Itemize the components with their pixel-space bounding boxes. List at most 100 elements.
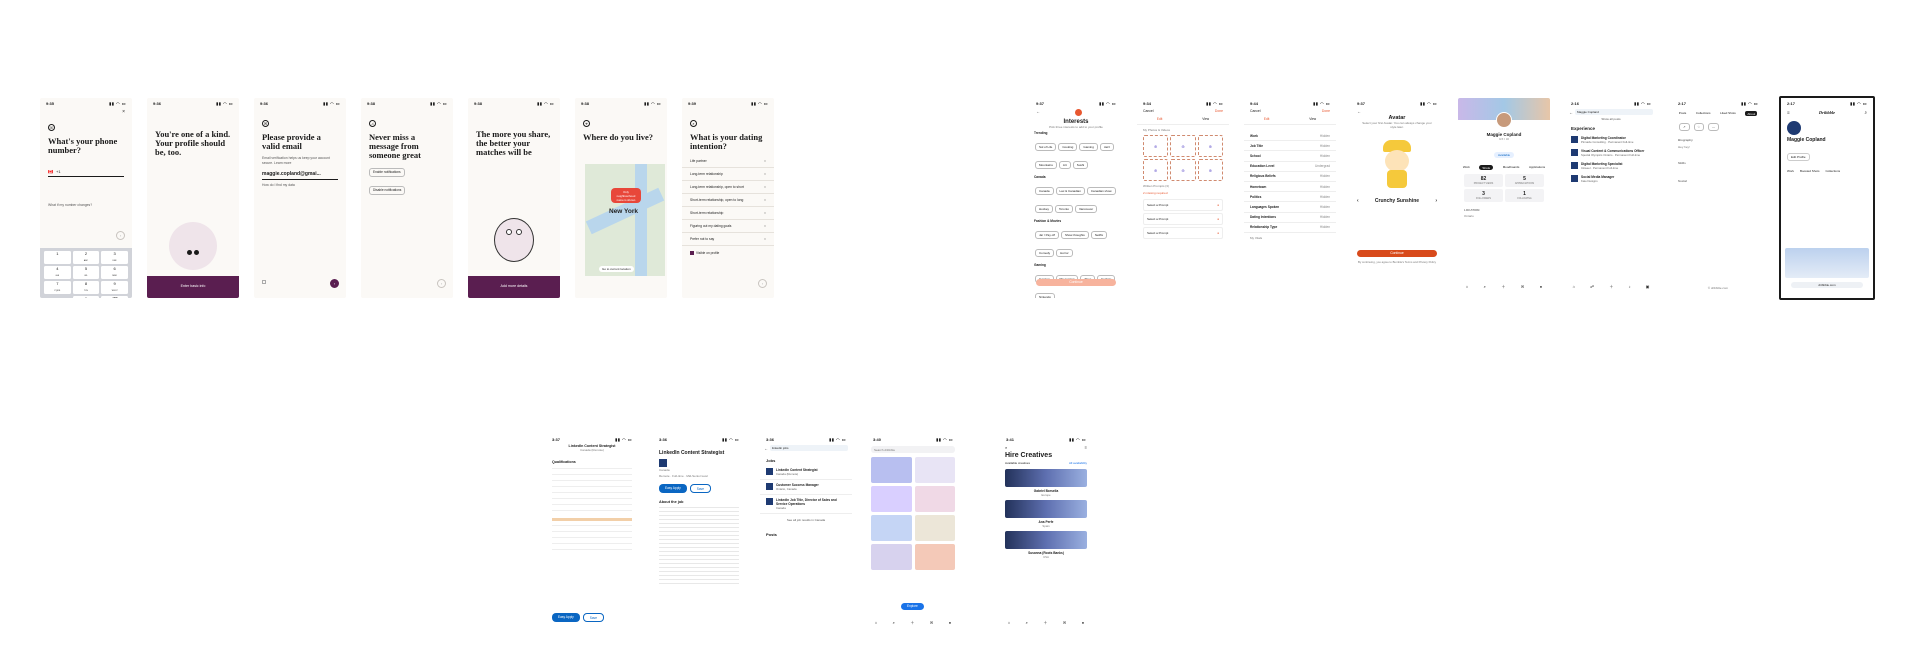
keypad-key[interactable]: 7 PQRS: [44, 281, 71, 294]
about-tab[interactable]: Posts: [1679, 111, 1687, 116]
intention-option[interactable]: Figuring out my dating goals ○: [682, 220, 774, 233]
next-button[interactable]: ›: [330, 279, 339, 288]
search-input[interactable]: Maggie Copland: [1575, 109, 1653, 115]
experience-item[interactable]: Social Media Manager Kate Designs: [1565, 172, 1657, 185]
back-icon[interactable]: ←: [764, 446, 768, 451]
shot-thumbnail[interactable]: [871, 486, 912, 512]
shot-thumbnail[interactable]: [871, 515, 912, 541]
chat-icon[interactable]: ✉: [1063, 620, 1066, 628]
interest-chip[interactable]: Sol of Life: [1035, 142, 1057, 152]
creative-card[interactable]: Gabriel Borsella Europe: [1005, 469, 1087, 497]
profile-icon[interactable]: ●: [1540, 284, 1542, 292]
tab-edit[interactable]: Edit: [1157, 117, 1163, 121]
interest-chip[interactable]: Vancouver: [1075, 204, 1098, 214]
consent-checkbox[interactable]: [262, 280, 266, 284]
profile-tab[interactable]: Work: [1787, 169, 1794, 173]
prompt-slot[interactable]: Select a Prompt ●: [1143, 227, 1223, 239]
back-icon[interactable]: ←: [1036, 109, 1040, 116]
tab-view[interactable]: View: [1309, 117, 1316, 121]
photo-slot[interactable]: ⊕: [1197, 135, 1223, 157]
enable-notifications-button[interactable]: Enable notifications: [369, 167, 405, 177]
interest-chip[interactable]: Art: [1058, 160, 1071, 170]
availability-filter[interactable]: All availability: [1069, 461, 1087, 465]
info-row[interactable]: Education Level Undergrad: [1244, 162, 1336, 172]
keypad-key[interactable]: 2 ABC: [72, 251, 100, 264]
interest-chip[interactable]: Jazz: [1099, 142, 1115, 152]
next-button[interactable]: ›: [437, 279, 446, 288]
home-icon[interactable]: ⌂: [875, 620, 877, 628]
info-row[interactable]: Religious Beliefs Hidden: [1244, 172, 1336, 182]
interest-chip[interactable]: Netflix: [1090, 230, 1108, 240]
prev-avatar-button[interactable]: ‹: [1357, 198, 1359, 204]
experience-item[interactable]: Digital Marketing Coordinator Pinnacle Co…: [1565, 133, 1657, 146]
experience-item[interactable]: Digital Marketing Specialist Inkweel · Pe…: [1565, 159, 1657, 172]
search-icon[interactable]: ⌕: [1005, 445, 1007, 450]
current-location-button[interactable]: Go to current location: [599, 266, 634, 272]
info-row[interactable]: Dating Intentions Hidden: [1244, 213, 1336, 223]
easy-apply-button[interactable]: Easy Apply: [552, 613, 580, 622]
photo-slot[interactable]: ⊕: [1143, 159, 1169, 181]
done-button[interactable]: Done: [1322, 109, 1330, 113]
intention-option[interactable]: Short-term relationship, open to long ○: [682, 194, 774, 207]
info-row[interactable]: Job Title Hidden: [1244, 141, 1336, 152]
done-button[interactable]: Done: [1215, 109, 1223, 113]
interest-chip[interactable]: Horror: [1056, 248, 1073, 258]
job-result[interactable]: LinkedIn Job Title, Director of Sales an…: [760, 495, 852, 514]
easy-apply-button[interactable]: Easy Apply: [659, 484, 687, 493]
close-icon[interactable]: ×: [40, 108, 132, 116]
back-icon[interactable]: ←: [1569, 110, 1573, 115]
save-icon[interactable]: ♡: [1693, 123, 1705, 132]
about-tab[interactable]: About: [1745, 111, 1758, 116]
explore-button[interactable]: Explore: [901, 602, 924, 610]
screen-dribbble-profile-selected[interactable]: 2:17 ▮▮ ◠ ▭ ≡ Dribbble ⌕ Maggie Copland Edi…: [1779, 96, 1875, 300]
tab-edit[interactable]: Edit: [1264, 117, 1270, 121]
intention-option[interactable]: Long-term relationship, open to short ○: [682, 181, 774, 194]
interest-chip[interactable]: Sushi: [1072, 160, 1089, 170]
chat-icon[interactable]: ✉: [1521, 284, 1524, 292]
info-row[interactable]: Relationship Type Hidden: [1244, 223, 1336, 233]
job-result[interactable]: Customer Success Manager Ontario, Canada: [760, 480, 852, 495]
phone-input[interactable]: 🇨🇦 +1: [48, 169, 124, 177]
photo-slot[interactable]: ⊕: [1197, 159, 1223, 181]
creative-card[interactable]: Susanna (Roots Banks) USA: [1005, 531, 1087, 559]
profile-tab[interactable]: Shots: [1479, 165, 1494, 170]
network-icon[interactable]: ☍: [1590, 284, 1594, 292]
info-row[interactable]: School Hidden: [1244, 151, 1336, 162]
profile-tab[interactable]: Boosted Shots: [1800, 169, 1820, 173]
profile-icon[interactable]: ●: [949, 620, 951, 628]
photo-slot[interactable]: ⊕: [1170, 135, 1196, 157]
cancel-button[interactable]: Cancel: [1250, 109, 1261, 113]
profile-tab[interactable]: Work: [1463, 165, 1470, 170]
number-change-link[interactable]: What if my number changes?: [40, 203, 132, 208]
see-all-jobs-link[interactable]: See all job results in Canada: [760, 514, 852, 526]
keypad-key[interactable]: 9 WXYZ: [101, 281, 128, 294]
interest-chip[interactable]: Canada: [1035, 186, 1054, 196]
info-row[interactable]: Politics Hidden: [1244, 192, 1336, 203]
add-icon[interactable]: ＋: [1043, 620, 1047, 628]
interest-chip[interactable]: Mountains: [1035, 160, 1057, 170]
chat-icon[interactable]: ✉: [930, 620, 933, 628]
intention-option[interactable]: Prefer not to say ○: [682, 233, 774, 246]
cancel-button[interactable]: Cancel: [1143, 109, 1154, 113]
shot-thumbnail[interactable]: [914, 486, 955, 512]
continue-button[interactable]: Continue: [1357, 250, 1437, 257]
interest-chip[interactable]: Jar / Pay off: [1035, 230, 1059, 240]
keypad-key[interactable]: 3 DEF: [101, 251, 128, 264]
home-icon[interactable]: ⌂: [1466, 284, 1468, 292]
creative-card[interactable]: Ana Perfe Spain: [1005, 500, 1087, 528]
notifications-icon[interactable]: ♪: [1628, 284, 1630, 292]
shot-thumbnail[interactable]: [914, 544, 955, 570]
photo-slot[interactable]: ⊕: [1143, 135, 1169, 157]
visible-on-profile-toggle[interactable]: Visible on profile: [682, 246, 774, 260]
keypad-key[interactable]: 0: [72, 296, 100, 298]
interest-chip[interactable]: Hockey: [1035, 204, 1054, 214]
edit-profile-button[interactable]: Edit Profile: [1787, 153, 1810, 161]
search-icon[interactable]: ⌕: [893, 620, 895, 628]
menu-icon[interactable]: ≡: [1085, 445, 1087, 450]
jobs-icon[interactable]: ▣: [1646, 284, 1650, 292]
search-icon[interactable]: ⌕: [1864, 110, 1867, 115]
interest-chip[interactable]: Lac & Canadian: [1055, 186, 1085, 196]
keypad-key[interactable]: 8 TUV: [72, 281, 100, 294]
prompt-slot[interactable]: Select a Prompt ●: [1143, 199, 1223, 211]
search-icon[interactable]: ⌕: [1484, 284, 1486, 292]
